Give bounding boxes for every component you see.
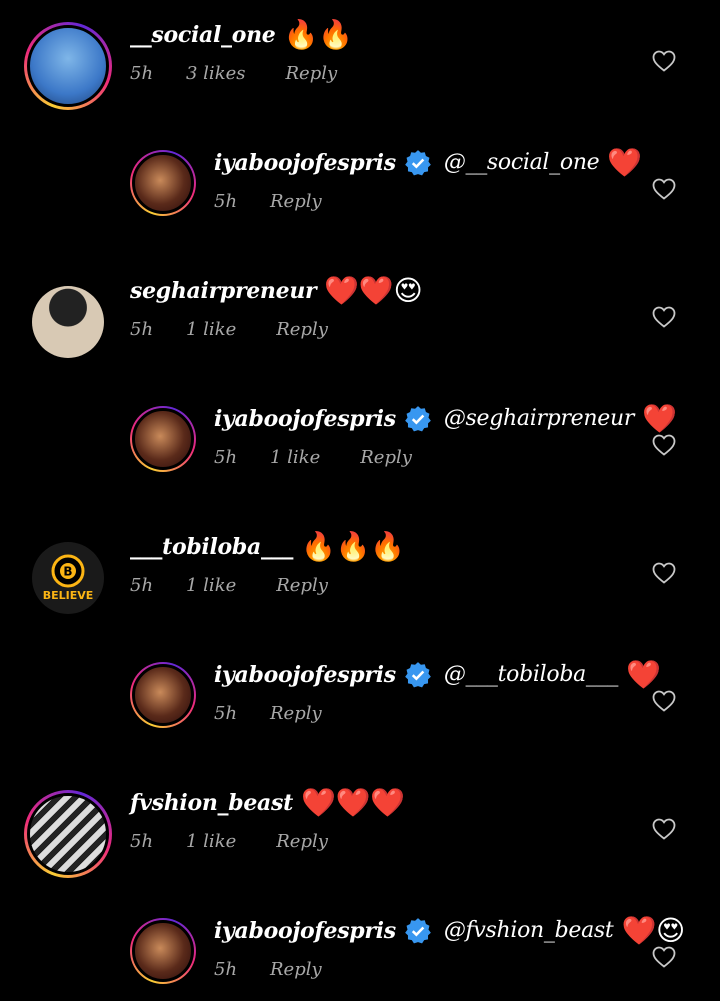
reply-button[interactable]: Reply xyxy=(276,575,328,596)
reply-item: iyaboojofespris @fvshion_beast ❤️😍 5h Re… xyxy=(0,896,720,1001)
heart-outline-icon[interactable] xyxy=(652,946,676,968)
comment-emoji: ❤️😍 xyxy=(621,914,685,947)
comment-emoji: ❤️ xyxy=(626,658,661,691)
comment-likes[interactable]: 1 like xyxy=(186,831,236,852)
verified-badge-icon xyxy=(404,149,432,177)
comment-text[interactable]: @___tobiloba___ xyxy=(444,662,618,687)
comment-emoji: ❤️ xyxy=(642,402,677,435)
avatar-badge-text: BELIEVE xyxy=(42,589,94,602)
comment-emoji: ❤️❤️❤️ xyxy=(300,786,405,819)
comment-item: __social_one 🔥🔥 5h 3 likes Reply xyxy=(0,0,720,128)
avatar-image xyxy=(132,920,194,982)
comment-username[interactable]: __social_one xyxy=(130,22,276,48)
comment-username[interactable]: seghairpreneur xyxy=(130,278,317,304)
avatar-image xyxy=(132,664,194,726)
reply-button[interactable]: Reply xyxy=(270,191,322,212)
avatar-image xyxy=(132,408,194,470)
avatar[interactable] xyxy=(130,662,196,728)
verified-badge-icon xyxy=(404,917,432,945)
comment-likes[interactable]: 1 like xyxy=(186,319,236,340)
heart-outline-icon[interactable] xyxy=(652,690,676,712)
reply-button[interactable]: Reply xyxy=(276,831,328,852)
comment-emoji: ❤️ xyxy=(607,146,642,179)
heart-outline-icon[interactable] xyxy=(652,818,676,840)
comment-emoji: 🔥🔥 xyxy=(283,18,353,51)
avatar[interactable]: B BELIEVE xyxy=(32,542,104,614)
reply-button[interactable]: Reply xyxy=(276,319,328,340)
comment-time: 5h xyxy=(130,575,154,596)
comment-time: 5h xyxy=(214,959,238,980)
avatar-image: B BELIEVE xyxy=(32,542,104,614)
comment-time: 5h xyxy=(130,63,154,84)
reply-item: iyaboojofespris @__social_one ❤️ 5h Repl… xyxy=(0,128,720,256)
comment-username[interactable]: ___tobiloba___ xyxy=(130,534,293,560)
reply-item: iyaboojofespris @___tobiloba___ ❤️ 5h Re… xyxy=(0,640,720,768)
reply-button[interactable]: Reply xyxy=(270,703,322,724)
comment-time: 5h xyxy=(214,703,238,724)
comment-text[interactable]: @__social_one xyxy=(444,150,600,175)
comment-time: 5h xyxy=(214,447,238,468)
avatar[interactable] xyxy=(32,286,104,358)
comment-likes[interactable]: 1 like xyxy=(270,447,320,468)
reply-button[interactable]: Reply xyxy=(360,447,412,468)
comment-username[interactable]: fvshion_beast xyxy=(130,790,293,816)
avatar-image xyxy=(27,793,109,875)
reply-button[interactable]: Reply xyxy=(285,63,337,84)
heart-outline-icon[interactable] xyxy=(652,306,676,328)
avatar[interactable] xyxy=(130,918,196,984)
avatar-image xyxy=(132,152,194,214)
avatar-image xyxy=(27,25,109,107)
heart-outline-icon[interactable] xyxy=(652,562,676,584)
comment-emoji: ❤️❤️😍 xyxy=(324,274,423,307)
comment-username[interactable]: iyaboojofespris xyxy=(214,150,396,176)
comment-username[interactable]: iyaboojofespris xyxy=(214,662,396,688)
comment-time: 5h xyxy=(130,319,154,340)
comment-item: seghairpreneur ❤️❤️😍 5h 1 like Reply xyxy=(0,256,720,384)
comment-time: 5h xyxy=(130,831,154,852)
comment-likes[interactable]: 1 like xyxy=(186,575,236,596)
svg-text:B: B xyxy=(63,565,72,579)
comment-item: B BELIEVE ___tobiloba___ 🔥🔥🔥 5h 1 like R… xyxy=(0,512,720,640)
verified-badge-icon xyxy=(404,405,432,433)
avatar[interactable] xyxy=(24,22,112,110)
comment-username[interactable]: iyaboojofespris xyxy=(214,406,396,432)
verified-badge-icon xyxy=(404,661,432,689)
comment-time: 5h xyxy=(214,191,238,212)
avatar[interactable] xyxy=(130,406,196,472)
comment-username[interactable]: iyaboojofespris xyxy=(214,918,396,944)
comment-likes[interactable]: 3 likes xyxy=(186,63,245,84)
comment-emoji: 🔥🔥🔥 xyxy=(301,530,405,563)
bruins-logo-icon: B xyxy=(51,554,85,588)
comment-text[interactable]: @seghairpreneur xyxy=(444,406,635,431)
comments-list: __social_one 🔥🔥 5h 3 likes Reply iyabooj… xyxy=(0,0,720,1001)
reply-item: iyaboojofespris @seghairpreneur ❤️ 5h 1 … xyxy=(0,384,720,512)
heart-outline-icon[interactable] xyxy=(652,178,676,200)
heart-outline-icon[interactable] xyxy=(652,50,676,72)
comment-text[interactable]: @fvshion_beast xyxy=(444,918,614,943)
avatar-image xyxy=(32,286,104,358)
avatar[interactable] xyxy=(24,790,112,878)
comment-item: fvshion_beast ❤️❤️❤️ 5h 1 like Reply xyxy=(0,768,720,896)
heart-outline-icon[interactable] xyxy=(652,434,676,456)
avatar[interactable] xyxy=(130,150,196,216)
reply-button[interactable]: Reply xyxy=(270,959,322,980)
